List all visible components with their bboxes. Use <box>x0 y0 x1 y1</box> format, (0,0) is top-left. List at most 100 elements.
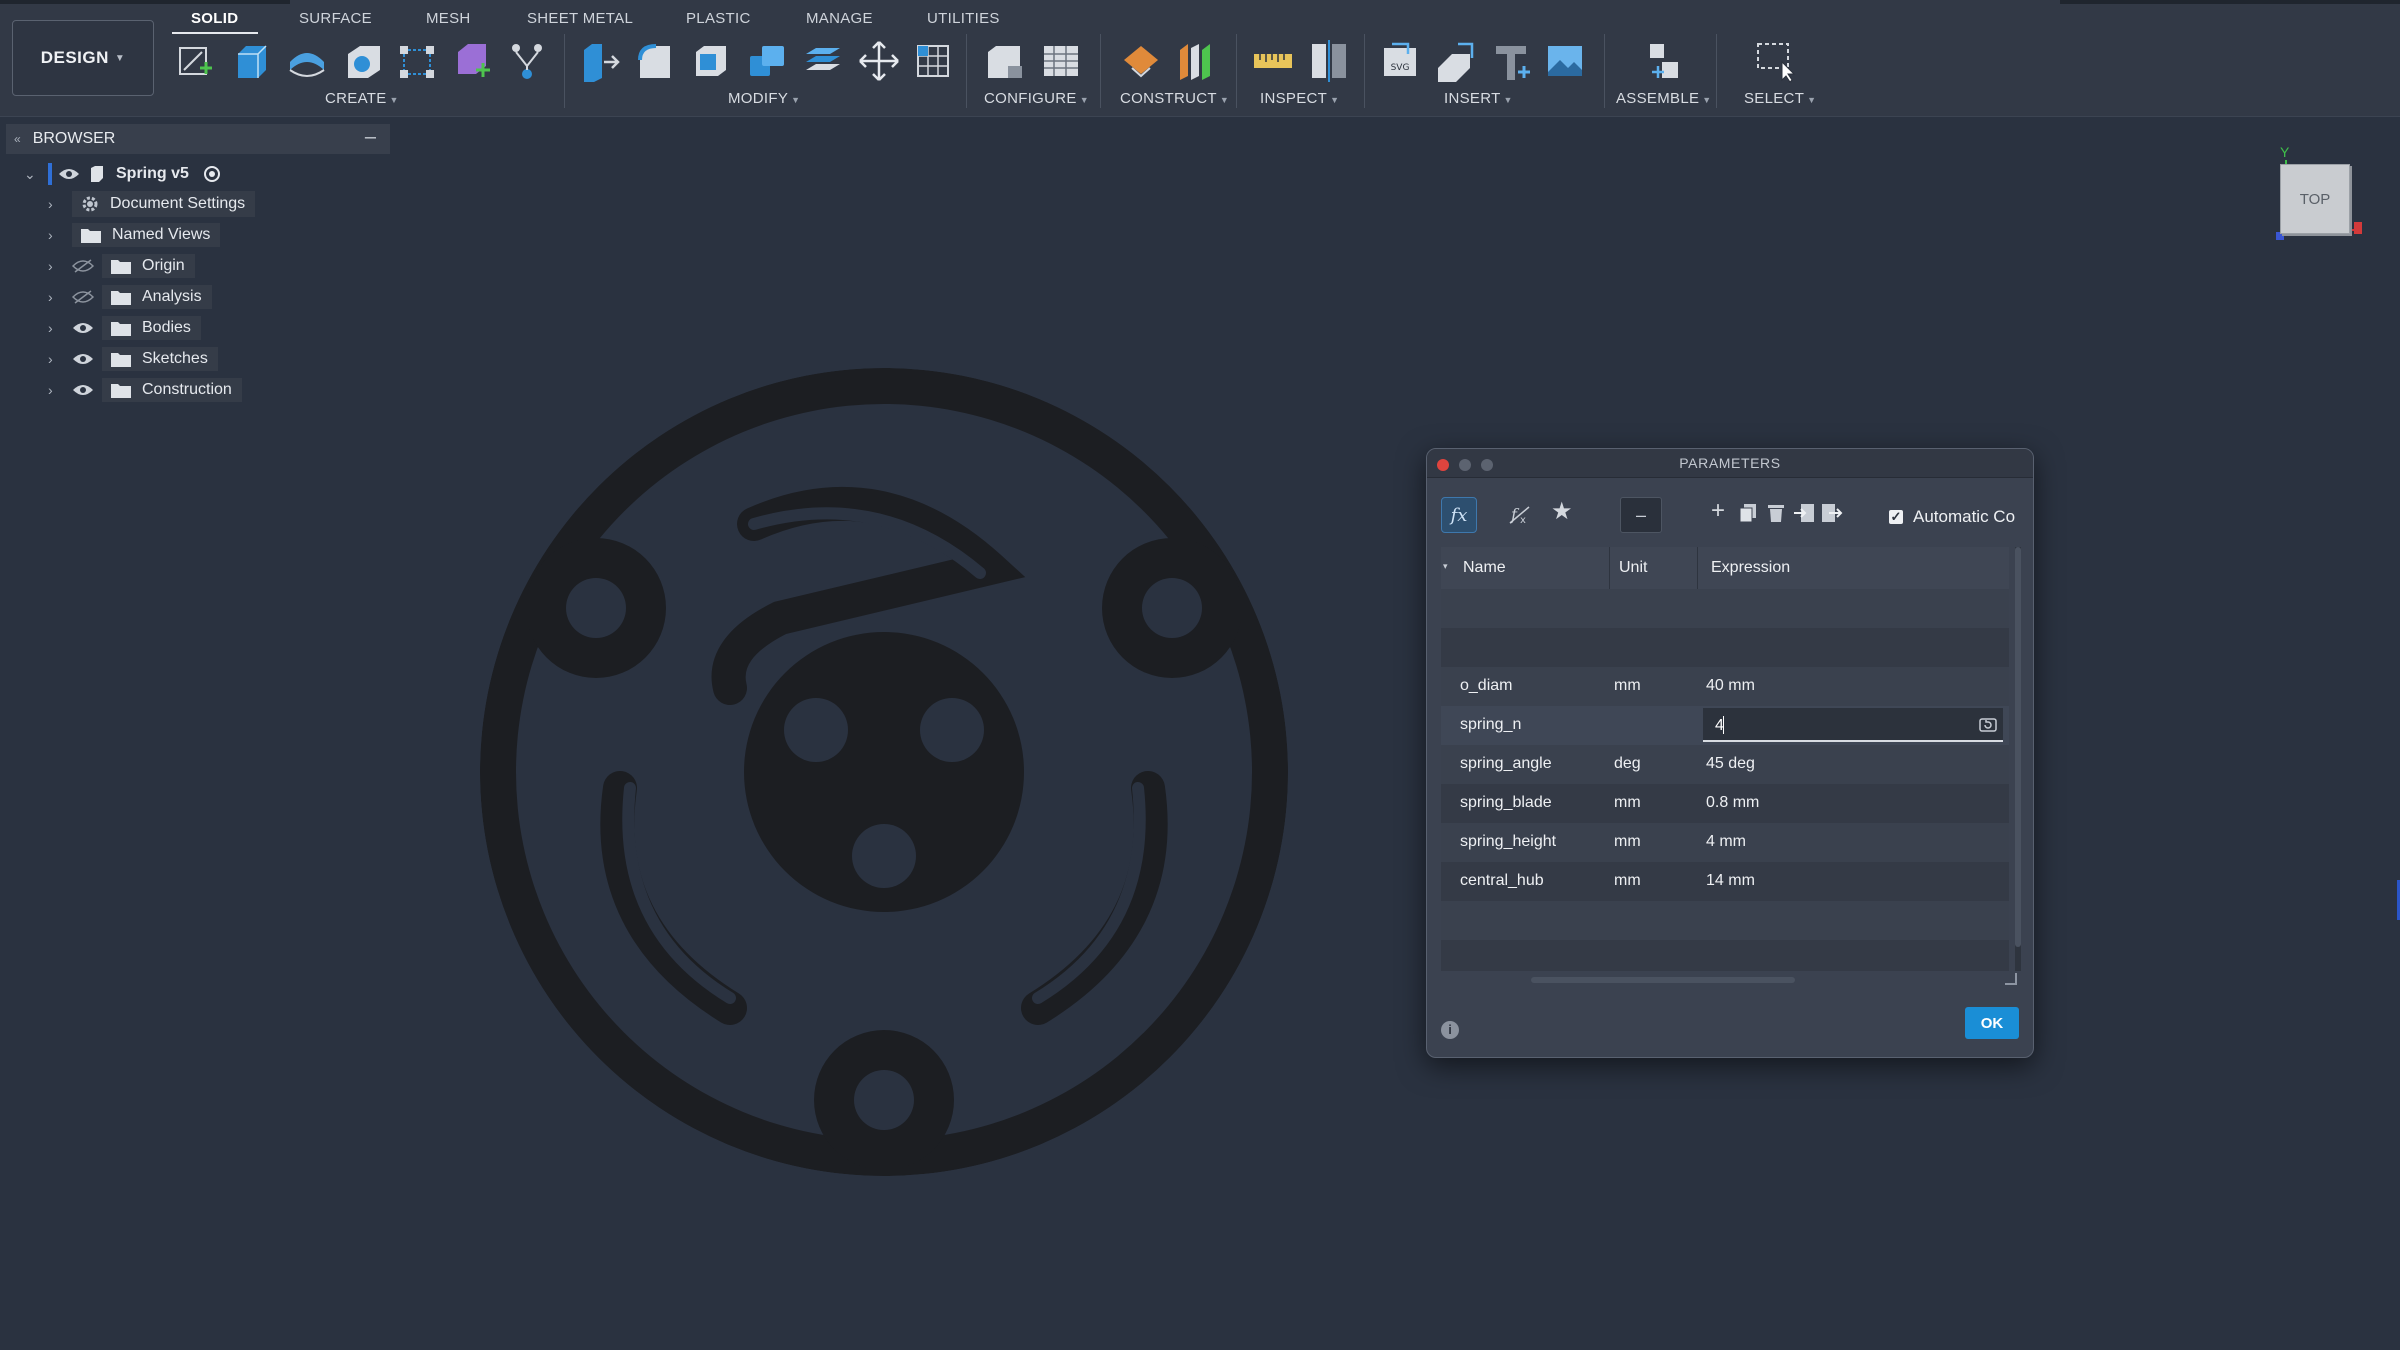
table-row[interactable]: spring_height mm 4 mm <box>1441 823 2009 862</box>
select-icon[interactable] <box>1752 38 1798 84</box>
canvas-image-icon[interactable] <box>1542 38 1588 84</box>
workspace-switcher[interactable]: DESIGN ▼ <box>12 20 154 96</box>
press-pull-icon[interactable] <box>576 38 622 84</box>
favorite-star-icon[interactable]: ★ <box>1551 497 1573 526</box>
tab-manage[interactable]: MANAGE <box>806 10 873 27</box>
tree-item-sketches[interactable]: › Sketches <box>48 345 218 373</box>
pattern-icon[interactable] <box>394 38 440 84</box>
measure-icon[interactable] <box>1250 38 1296 84</box>
column-divider[interactable] <box>1609 547 1610 589</box>
spring-part-model[interactable] <box>480 368 1288 1176</box>
vertical-scrollbar[interactable] <box>2015 547 2021 971</box>
browser-header[interactable]: « BROWSER – <box>6 124 390 154</box>
dialog-titlebar[interactable]: PARAMETERS <box>1427 449 2033 478</box>
expression-input[interactable] <box>1713 714 1967 738</box>
column-header-name[interactable]: Name <box>1463 559 1506 577</box>
align-icon[interactable] <box>910 38 956 84</box>
activate-radio-icon[interactable] <box>203 165 221 183</box>
collapse-panel-icon[interactable]: « <box>14 132 21 146</box>
group-construct[interactable]: CONSTRUCT ▼ <box>1120 90 1229 107</box>
group-select[interactable]: SELECT ▼ <box>1744 90 1816 107</box>
table-row-selected[interactable]: spring_n <box>1441 706 2009 745</box>
import-icon[interactable] <box>1793 503 1815 523</box>
group-modify[interactable]: MODIFY ▼ <box>728 90 800 107</box>
column-header-unit[interactable]: Unit <box>1619 559 1647 577</box>
automatic-compute-checkbox[interactable]: ✓ Automatic Co <box>1889 507 2015 527</box>
tree-item-document-settings[interactable]: › Document Settings <box>48 190 256 218</box>
tree-item-analysis[interactable]: › Analysis <box>48 283 212 311</box>
delete-trash-icon[interactable] <box>1767 503 1785 523</box>
configure-table-icon[interactable] <box>982 38 1028 84</box>
decal-icon[interactable] <box>1488 38 1534 84</box>
insert-mesh-icon[interactable] <box>1432 38 1478 84</box>
viewcube[interactable]: TOP <box>2280 164 2350 234</box>
group-insert[interactable]: INSERT ▼ <box>1444 90 1513 107</box>
tab-mesh[interactable]: MESH <box>426 10 471 27</box>
table-row[interactable]: spring_blade mm 0.8 mm <box>1441 784 2009 823</box>
fx-icon[interactable]: fx <box>1441 497 1477 533</box>
create-sketch-icon[interactable] <box>172 38 218 84</box>
copy-icon[interactable] <box>1739 503 1757 523</box>
move-icon[interactable] <box>856 38 902 84</box>
create-form-icon[interactable] <box>450 38 496 84</box>
add-parameter-icon[interactable]: + <box>1711 497 1725 525</box>
chevron-right-icon[interactable]: › <box>48 258 62 274</box>
column-header-expression[interactable]: Expression <box>1711 559 1790 577</box>
tab-plastic[interactable]: PLASTIC <box>686 10 751 27</box>
minimize-button[interactable] <box>1459 459 1471 471</box>
resize-handle-icon[interactable] <box>2005 973 2017 985</box>
tree-item-named-views[interactable]: › Named Views <box>48 221 221 249</box>
group-configure[interactable]: CONFIGURE ▼ <box>984 90 1089 107</box>
eye-hidden-icon[interactable] <box>72 290 94 304</box>
group-assemble[interactable]: ASSEMBLE ▼ <box>1616 90 1712 107</box>
tree-item-origin[interactable]: › Origin <box>48 252 195 280</box>
tab-solid[interactable]: SOLID <box>191 10 238 27</box>
table-row[interactable]: spring_angle deg 45 deg <box>1441 745 2009 784</box>
chevron-right-icon[interactable]: › <box>48 351 62 367</box>
param-expression[interactable]: 4 mm <box>1706 833 1746 851</box>
horizontal-scrollbar-thumb[interactable] <box>1531 977 1795 983</box>
checkbox-checked-icon[interactable]: ✓ <box>1889 510 1903 524</box>
tab-sheet-metal[interactable]: SHEET METAL <box>527 10 633 27</box>
tree-item-bodies[interactable]: › Bodies <box>48 314 201 342</box>
tab-surface[interactable]: SURFACE <box>299 10 372 27</box>
offset-plane-icon[interactable] <box>1118 38 1164 84</box>
param-expression[interactable]: 40 mm <box>1706 677 1755 695</box>
fillet-icon[interactable] <box>632 38 678 84</box>
minimize-icon[interactable]: – <box>365 126 376 149</box>
chevron-right-icon[interactable]: › <box>48 382 62 398</box>
param-expression[interactable]: 45 deg <box>1706 755 1755 773</box>
parameters-table-icon[interactable] <box>1038 38 1084 84</box>
eye-icon[interactable] <box>72 321 94 335</box>
reset-expression-icon[interactable] <box>1979 716 1997 734</box>
extrude-icon[interactable] <box>228 38 274 84</box>
combine-icon[interactable] <box>744 38 790 84</box>
group-inspect[interactable]: INSPECT ▼ <box>1260 90 1339 107</box>
chevron-right-icon[interactable]: › <box>48 289 62 305</box>
new-component-icon[interactable] <box>1640 38 1686 84</box>
offset-face-icon[interactable] <box>800 38 846 84</box>
shell-icon[interactable] <box>688 38 734 84</box>
eye-icon[interactable] <box>72 383 94 397</box>
ok-button[interactable]: OK <box>1965 1007 2019 1039</box>
chevron-right-icon[interactable]: › <box>48 227 62 243</box>
chevron-right-icon[interactable]: › <box>48 320 62 336</box>
column-divider[interactable] <box>1697 547 1698 589</box>
scrollbar-thumb[interactable] <box>2015 547 2021 947</box>
tree-root[interactable]: ⌄ Spring v5 <box>24 160 221 188</box>
section-analysis-icon[interactable] <box>1306 38 1352 84</box>
midplane-icon[interactable] <box>1172 38 1218 84</box>
param-expression[interactable]: 14 mm <box>1706 872 1755 890</box>
info-icon[interactable]: i <box>1441 1021 1459 1039</box>
table-row[interactable]: o_diam mm 40 mm <box>1441 667 2009 706</box>
group-create[interactable]: CREATE ▼ <box>325 90 399 107</box>
export-icon[interactable] <box>1821 503 1843 523</box>
tree-item-construction[interactable]: › Construction <box>48 376 242 404</box>
eye-icon[interactable] <box>72 352 94 366</box>
expression-edit-field[interactable] <box>1703 708 2003 742</box>
dash-button[interactable]: – <box>1620 497 1662 533</box>
insert-svg-icon[interactable]: SVG <box>1378 38 1424 84</box>
maximize-button[interactable] <box>1481 459 1493 471</box>
sort-arrow-icon[interactable]: ▾ <box>1443 561 1448 572</box>
table-row[interactable]: central_hub mm 14 mm <box>1441 862 2009 901</box>
